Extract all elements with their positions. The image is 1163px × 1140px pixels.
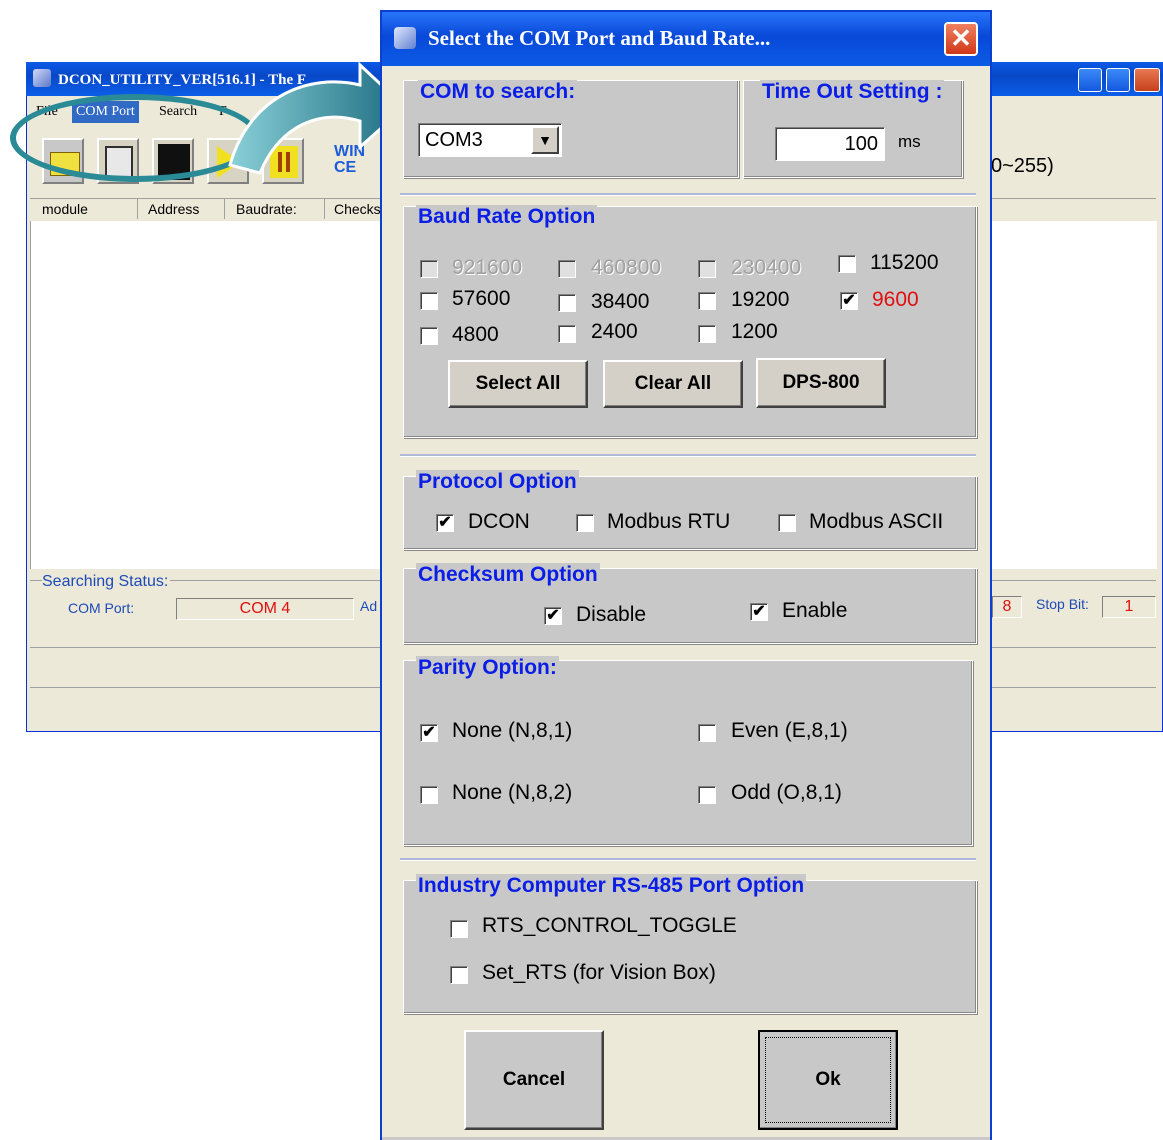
parity-label-odd-o81: Odd (O,8,1) (731, 781, 842, 804)
column-divider (137, 199, 138, 219)
checkbox-4800[interactable] (420, 327, 438, 345)
address-range-hint: 0~255) (991, 155, 1054, 177)
parity-label-none-n81: None (N,8,1) (452, 719, 573, 742)
clear-all-button[interactable]: Clear All (603, 360, 743, 408)
checkbox-38400[interactable] (558, 294, 576, 312)
com-port-label: COM Port: (68, 600, 135, 616)
rs485-label-rts-toggle: RTS_CONTROL_TOGGLE (482, 914, 737, 937)
minimize-button[interactable] (1078, 68, 1102, 92)
column-checksum[interactable]: Checks (334, 201, 381, 217)
checkbox-none-n81[interactable]: ✔ (420, 724, 438, 742)
rs485-group (403, 880, 977, 1014)
maximize-button[interactable] (1106, 68, 1130, 92)
divider (400, 454, 976, 457)
baud-label-57600: 57600 (452, 287, 511, 310)
select-all-button[interactable]: Select All (448, 360, 588, 408)
checkbox-odd-o81[interactable] (698, 786, 716, 804)
checkbox-19200[interactable] (698, 292, 716, 310)
timeout-input[interactable]: 100 (775, 127, 885, 161)
address-status-label: Ad (360, 598, 378, 614)
checkbox-none-n82[interactable] (420, 786, 438, 804)
com-port-select[interactable]: COM3 ▼ (418, 123, 562, 157)
dialog-title: Select the COM Port and Baud Rate... (428, 26, 771, 50)
com-port-status-value: COM 4 (176, 598, 354, 620)
checkbox-9600[interactable]: ✔ (840, 292, 858, 310)
checkbox-modbus-ascii[interactable] (778, 514, 796, 532)
checkbox-dcon[interactable]: ✔ (436, 514, 454, 532)
baud-rate-title: Baud Rate Option (416, 205, 598, 229)
column-divider (224, 199, 225, 219)
divider (400, 193, 976, 196)
checkbox-set-rts[interactable] (450, 966, 468, 984)
baud-label-1200: 1200 (731, 320, 778, 343)
data-bit-status-value: 8 (992, 596, 1022, 618)
checkbox-230400 (698, 260, 716, 278)
com-search-title: COM to search: (418, 80, 578, 104)
column-divider (324, 199, 325, 219)
app-icon (33, 69, 51, 87)
timeout-title: Time Out Setting : (760, 80, 945, 104)
main-close-button[interactable] (1134, 68, 1160, 92)
checkbox-1200[interactable] (698, 325, 716, 343)
baud-label-9600: 9600 (872, 288, 919, 311)
divider (400, 858, 976, 861)
checkbox-enable[interactable]: ✔ (750, 603, 768, 621)
dialog-app-icon (394, 27, 416, 49)
checksum-label-enable: Enable (782, 599, 848, 622)
baud-label-230400: 230400 (731, 256, 802, 279)
stop-bit-label: Stop Bit: (1036, 596, 1089, 612)
dps-800-button[interactable]: DPS-800 (756, 358, 886, 408)
baud-label-38400: 38400 (591, 290, 650, 313)
baud-label-921600: 921600 (452, 256, 523, 279)
rs485-title: Industry Computer RS-485 Port Option (416, 874, 807, 898)
protocol-title: Protocol Option (416, 470, 579, 494)
column-baudrate[interactable]: Baudrate: (236, 201, 297, 217)
checkbox-460800 (558, 260, 576, 278)
baud-label-19200: 19200 (731, 288, 790, 311)
baud-label-4800: 4800 (452, 323, 499, 346)
com-port-select-value: COM3 (425, 129, 483, 151)
protocol-label-dcon: DCON (468, 510, 530, 533)
checkbox-115200[interactable] (838, 255, 856, 273)
checkbox-921600 (420, 260, 438, 278)
column-address[interactable]: Address (148, 201, 199, 217)
checkbox-disable[interactable]: ✔ (544, 607, 562, 625)
checkbox-57600[interactable] (420, 292, 438, 310)
protocol-label-modbus-rtu: Modbus RTU (607, 510, 731, 533)
parity-title: Parity Option: (416, 656, 559, 680)
checksum-title: Checksum Option (416, 563, 600, 587)
stop-bit-status-value: 1 (1102, 596, 1156, 618)
checkbox-rts-control-toggle[interactable] (450, 920, 468, 938)
parity-label-none-n82: None (N,8,2) (452, 781, 573, 804)
cancel-button[interactable]: Cancel (464, 1030, 604, 1130)
checkbox-even-e81[interactable] (698, 724, 716, 742)
checkbox-modbus-rtu[interactable] (576, 514, 594, 532)
baud-label-460800: 460800 (591, 256, 662, 279)
protocol-label-modbus-ascii: Modbus ASCII (809, 510, 944, 533)
checksum-label-disable: Disable (576, 603, 647, 626)
timeout-unit: ms (898, 132, 921, 151)
column-module[interactable]: module (42, 201, 88, 217)
searching-status-label: Searching Status: (42, 573, 171, 591)
close-icon[interactable]: ✕ (944, 22, 978, 56)
ok-button[interactable]: Ok (758, 1030, 898, 1130)
chevron-down-icon[interactable]: ▼ (531, 126, 559, 154)
baud-label-2400: 2400 (591, 320, 638, 343)
checkbox-2400[interactable] (558, 325, 576, 343)
parity-label-even-e81: Even (E,8,1) (731, 719, 848, 742)
parity-group (403, 660, 973, 846)
baud-label-115200: 115200 (870, 251, 939, 274)
rs485-label-set-rts: Set_RTS (for Vision Box) (482, 961, 716, 984)
